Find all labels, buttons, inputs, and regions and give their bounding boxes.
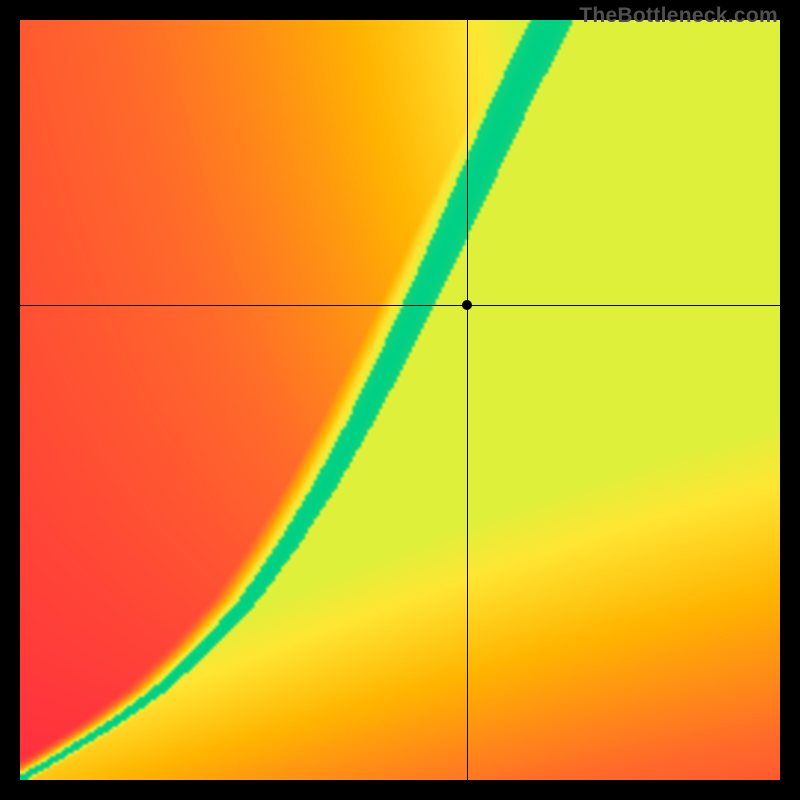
crosshair-horizontal (20, 305, 780, 306)
heatmap-canvas (20, 20, 780, 780)
plot-area (20, 20, 780, 780)
crosshair-vertical (467, 20, 468, 780)
chart-container: TheBottleneck.com (0, 0, 800, 800)
marker-point (462, 300, 472, 310)
watermark-text: TheBottleneck.com (579, 4, 778, 28)
